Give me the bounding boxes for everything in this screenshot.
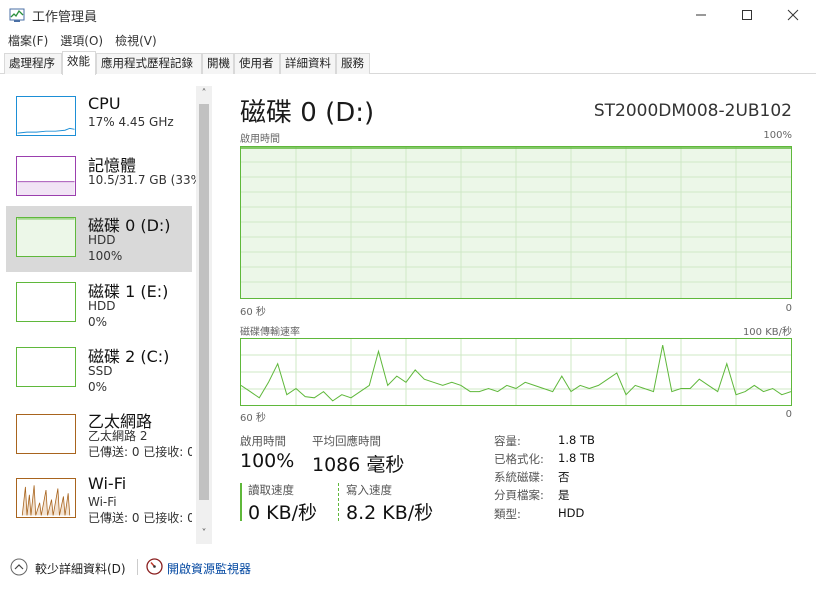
write-speed-bar (338, 483, 340, 521)
window-title: 工作管理員 (32, 10, 98, 25)
read-speed-bar (240, 483, 242, 521)
sidebar-item-disk1[interactable]: 磁碟 1 (E:) HDD 0% (6, 278, 192, 338)
task-manager-icon (9, 8, 25, 22)
sidebar-detail: 0% (88, 380, 108, 394)
close-icon (787, 9, 799, 21)
tab-services[interactable]: 服務 (336, 53, 370, 74)
chart1-label: 啟用時間 (240, 134, 280, 145)
chart2-xleft: 60 秒 (240, 413, 266, 424)
tab-users[interactable]: 使用者 (234, 53, 280, 74)
prop-type-key: 類型: (494, 507, 521, 521)
disk1-thumbnail (16, 282, 76, 322)
sidebar-detail: 0% (88, 315, 108, 329)
scroll-thumb[interactable] (199, 104, 209, 500)
maximize-button[interactable] (724, 0, 770, 30)
sidebar-item-wifi[interactable]: Wi-Fi Wi-Fi 已傳送: 0 已接收: 0 (6, 474, 192, 534)
sidebar-detail: 已傳送: 0 已接收: 0 (88, 445, 192, 459)
disk0-thumbnail (16, 217, 76, 257)
response-time-value: 1086 毫秒 (312, 454, 405, 476)
active-time-chart (240, 146, 792, 299)
footer-bar: 較少詳細資料(D) 開啟資源監視器 (0, 552, 816, 590)
maximize-icon (742, 10, 752, 20)
menu-file[interactable]: 檔案(F) (0, 30, 52, 50)
sidebar-detail: 17% 4.45 GHz (88, 115, 174, 129)
memory-thumbnail (16, 156, 76, 196)
tab-performance[interactable]: 效能 (62, 51, 96, 75)
prop-formatted-key: 已格式化: (494, 452, 544, 466)
sidebar-detail: 乙太網路 2 (88, 429, 148, 443)
sidebar-item-cpu[interactable]: CPU 17% 4.45 GHz (6, 88, 192, 148)
transfer-rate-chart (240, 338, 792, 406)
tab-processes[interactable]: 處理程序 (4, 53, 62, 74)
footer-divider (137, 559, 138, 575)
sidebar-detail: Wi-Fi (88, 495, 117, 509)
open-resource-monitor-link[interactable]: 開啟資源監視器 (167, 560, 251, 577)
sidebar-item-memory[interactable]: 記憶體 10.5/31.7 GB (33%) (6, 152, 207, 212)
tab-startup[interactable]: 開機 (202, 53, 234, 74)
menu-bar: 檔案(F) 選項(O) 檢視(V) (0, 30, 816, 50)
disk-title: 磁碟 0 (D:) (240, 98, 375, 128)
title-bar: 工作管理員 (0, 0, 816, 30)
sidebar-item-ethernet[interactable]: 乙太網路 乙太網路 2 已傳送: 0 已接收: 0 (6, 408, 192, 468)
ethernet-thumbnail (16, 414, 76, 454)
read-speed-value: 0 KB/秒 (248, 502, 318, 524)
chart2-label: 磁碟傳輸速率 (240, 327, 300, 338)
minimize-icon (696, 14, 706, 16)
fewer-details-button[interactable]: 較少詳細資料(D) (35, 560, 126, 577)
read-speed-label: 讀取速度 (248, 483, 294, 497)
tab-details[interactable]: 詳細資料 (280, 53, 336, 74)
cpu-thumbnail (16, 96, 76, 136)
tab-bar: 處理程序 效能 應用程式歷程記錄 開機 使用者 詳細資料 服務 (0, 51, 816, 75)
tab-app-history[interactable]: 應用程式歷程記錄 (96, 53, 202, 74)
prop-page-file-value: 是 (558, 488, 570, 502)
sidebar-title: CPU (88, 94, 121, 113)
scroll-down-icon[interactable]: ˅ (196, 526, 212, 542)
disk2-thumbnail (16, 347, 76, 387)
scroll-up-icon[interactable]: ˄ (196, 86, 212, 102)
task-manager-window: 工作管理員 檔案(F) 選項(O) 檢視(V) 處理程序 效能 應用程式歷程記錄… (0, 0, 816, 590)
sidebar-detail: 100% (88, 249, 123, 263)
prop-type-value: HDD (558, 506, 585, 520)
prop-capacity-key: 容量: (494, 434, 521, 448)
minimize-button[interactable] (678, 0, 724, 30)
prop-system-disk-value: 否 (558, 470, 570, 484)
chart1-xleft: 60 秒 (240, 307, 266, 318)
sidebar-detail: 10.5/31.7 GB (33%) (88, 173, 207, 187)
prop-page-file-key: 分頁檔案: (494, 488, 544, 502)
write-speed-value: 8.2 KB/秒 (346, 502, 434, 524)
menu-view[interactable]: 檢視(V) (107, 30, 161, 50)
sidebar-item-disk2[interactable]: 磁碟 2 (C:) SSD 0% (6, 343, 192, 403)
active-time-value: 100% (240, 450, 295, 472)
active-time-label: 啟用時間 (240, 434, 286, 448)
transfer-rate-plot (241, 339, 791, 405)
chart2-max: 100 KB/秒 (742, 327, 792, 338)
chart1-xright: 0 (785, 303, 792, 314)
active-time-grid (241, 147, 791, 298)
sidebar-detail: HDD (88, 299, 116, 313)
close-button[interactable] (770, 0, 816, 30)
sidebar-detail: 已傳送: 0 已接收: 0 (88, 511, 192, 525)
disk-model: ST2000DM008-2UB102 (593, 101, 792, 121)
chart1-max: 100% (763, 130, 792, 141)
write-speed-label: 寫入速度 (346, 483, 392, 497)
prop-system-disk-key: 系統磁碟: (494, 470, 544, 484)
chevron-up-circle-icon[interactable] (10, 558, 28, 576)
resource-sidebar: CPU 17% 4.45 GHz 記憶體 10.5/31.7 GB (33%) … (0, 86, 214, 544)
disk-detail-panel: 磁碟 0 (D:) ST2000DM008-2UB102 啟用時間 100% 6… (226, 86, 806, 546)
prop-capacity-value: 1.8 TB (558, 433, 595, 447)
sidebar-title: Wi-Fi (88, 474, 127, 493)
sidebar-detail: SSD (88, 364, 113, 378)
sidebar-item-disk0[interactable]: 磁碟 0 (D:) HDD 100% (6, 206, 192, 272)
menu-options[interactable]: 選項(O) (52, 30, 107, 50)
sidebar-detail: HDD (88, 233, 116, 247)
wifi-thumbnail (16, 478, 76, 518)
prop-formatted-value: 1.8 TB (558, 451, 595, 465)
response-time-label: 平均回應時間 (312, 434, 381, 448)
resource-monitor-icon[interactable] (146, 558, 163, 575)
sidebar-scrollbar[interactable]: ˄ ˅ (196, 86, 212, 544)
chart2-xright: 0 (785, 409, 792, 420)
